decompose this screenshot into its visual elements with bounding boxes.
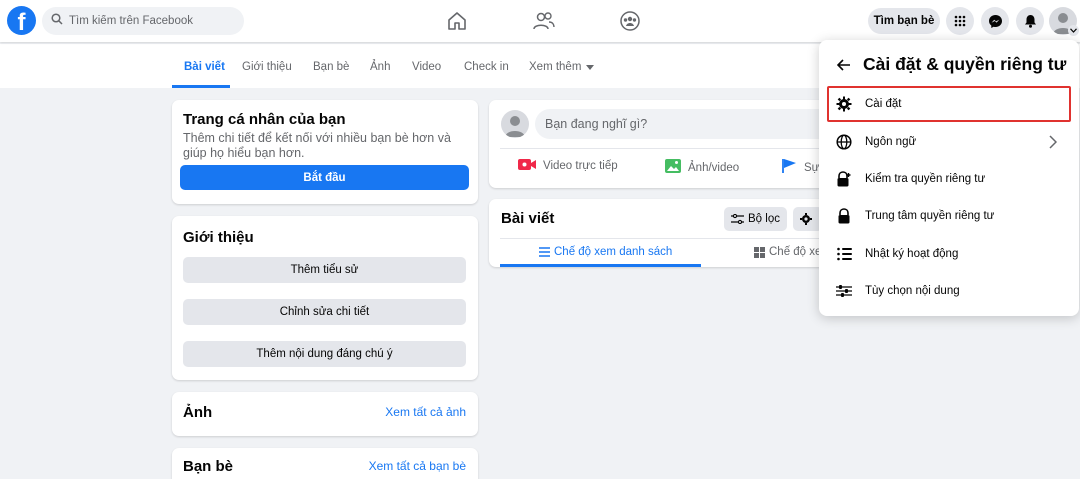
search-box[interactable] [42,7,244,35]
menu-item-label: Trung tâm quyền riêng tư [865,210,995,222]
menu-grid-icon[interactable] [946,7,974,35]
tab-about[interactable]: Giới thiệu [242,61,292,73]
profile-card-description: Thêm chi tiết để kết nối với nhiều bạn b… [183,131,451,160]
menu-item-privacy-checkup[interactable]: Kiểm tra quyền riêng tư [827,161,1071,197]
add-featured-button[interactable]: Thêm nội dung đáng chú ý [183,341,466,367]
see-all-photos-link[interactable]: Xem tất cả ảnh [385,405,466,419]
edit-details-button[interactable]: Chỉnh sửa chi tiết [183,299,466,325]
groups-icon[interactable] [617,8,643,34]
messenger-icon[interactable] [981,7,1009,35]
photo-video-button[interactable]: Ảnh/video [664,158,739,177]
menu-item-label: Ngôn ngữ [865,136,917,148]
tab-videos[interactable]: Video [412,61,441,73]
menu-item-content-preferences[interactable]: Tùy chọn nội dung [827,273,1071,309]
live-video-icon [518,158,537,174]
facebook-logo[interactable]: f [7,6,36,36]
profile-card-title: Trang cá nhân của bạn [183,111,346,128]
filter-label: Bộ lọc [748,213,780,225]
menu-item-label: Tùy chọn nội dung [865,285,960,297]
menu-item-label: Cài đặt [865,98,902,110]
globe-icon [833,131,855,153]
settings-privacy-menu: Cài đặt & quyền riêng tư Cài đặt Ngôn ng… [819,40,1079,316]
add-bio-button[interactable]: Thêm tiểu sử [183,257,466,283]
profile-intro-card: Trang cá nhân của bạn Thêm chi tiết để k… [172,100,478,204]
menu-item-settings[interactable]: Cài đặt [827,86,1071,122]
tab-more[interactable]: Xem thêm [529,61,595,73]
gear-icon [800,213,812,225]
get-started-button[interactable]: Bắt đầu [180,165,469,190]
composer-input[interactable]: Bạn đang nghĩ gì? [535,109,835,139]
menu-item-activity-log[interactable]: Nhật ký hoạt động [827,236,1071,272]
posts-card-title: Bài viết [501,210,555,227]
list-view-label: Chế độ xem danh sách [554,246,673,258]
home-icon[interactable] [444,8,470,34]
friends-icon[interactable] [531,8,557,34]
tab-checkins[interactable]: Check in [464,61,509,73]
friends-card-title: Bạn bè [183,458,234,475]
gear-icon [833,93,855,115]
back-arrow-icon[interactable] [837,58,851,71]
menu-item-privacy-center[interactable]: Trung tâm quyền riêng tư [827,198,1071,234]
search-input[interactable] [69,15,229,27]
photo-icon [664,158,682,177]
intro-card-title: Giới thiệu [183,229,254,246]
filter-icon [731,214,744,224]
live-video-label: Video trực tiếp [543,160,618,172]
see-all-friends-link[interactable]: Xem tất cả bạn bè [369,459,466,473]
search-icon [51,12,69,30]
list-view-indicator [500,264,701,267]
tab-friends[interactable]: Bạn bè [313,61,349,73]
chevron-right-icon [1049,135,1058,154]
menu-item-label: Kiểm tra quyền riêng tư [865,173,986,185]
chevron-down-icon[interactable] [1068,25,1079,36]
sliders-icon [833,280,855,302]
caret-down-icon [586,64,595,70]
grid-icon [754,246,765,258]
lock-plus-icon [833,168,855,190]
filter-button[interactable]: Bộ lọc [724,207,787,231]
active-tab-indicator [172,85,230,88]
live-video-button[interactable]: Video trực tiếp [518,158,618,174]
photos-card: Ảnh Xem tất cả ảnh [172,392,478,436]
menu-item-language[interactable]: Ngôn ngữ [827,124,1071,160]
menu-header: Cài đặt & quyền riêng tư [837,54,1066,75]
photo-video-label: Ảnh/video [688,161,740,174]
posts-divider [500,238,825,239]
list-view-tab[interactable]: Chế độ xem danh sách [539,246,672,258]
tab-more-label: Xem thêm [529,61,582,73]
life-event-button[interactable]: Sự [781,158,819,177]
friends-card: Bạn bè Xem tất cả bạn bè [172,448,478,479]
tab-photos[interactable]: Ảnh [370,61,390,73]
find-friends-button[interactable]: Tìm bạn bè [868,8,940,34]
flag-icon [781,158,798,177]
activity-list-icon [833,243,855,265]
life-event-label: Sự [804,161,820,174]
photos-card-title: Ảnh [183,404,213,421]
intro-card: Giới thiệu Thêm tiểu sử Chỉnh sửa chi ti… [172,216,478,380]
notifications-icon[interactable] [1016,7,1044,35]
tab-posts[interactable]: Bài viết [184,61,225,73]
top-navigation: f Tìm bạn bè [0,0,1080,42]
menu-title: Cài đặt & quyền riêng tư [863,54,1067,74]
menu-item-label: Nhật ký hoạt động [865,248,959,260]
composer-avatar[interactable] [501,110,529,138]
composer-divider [500,148,825,149]
lock-icon [833,205,855,227]
list-icon [539,247,550,257]
